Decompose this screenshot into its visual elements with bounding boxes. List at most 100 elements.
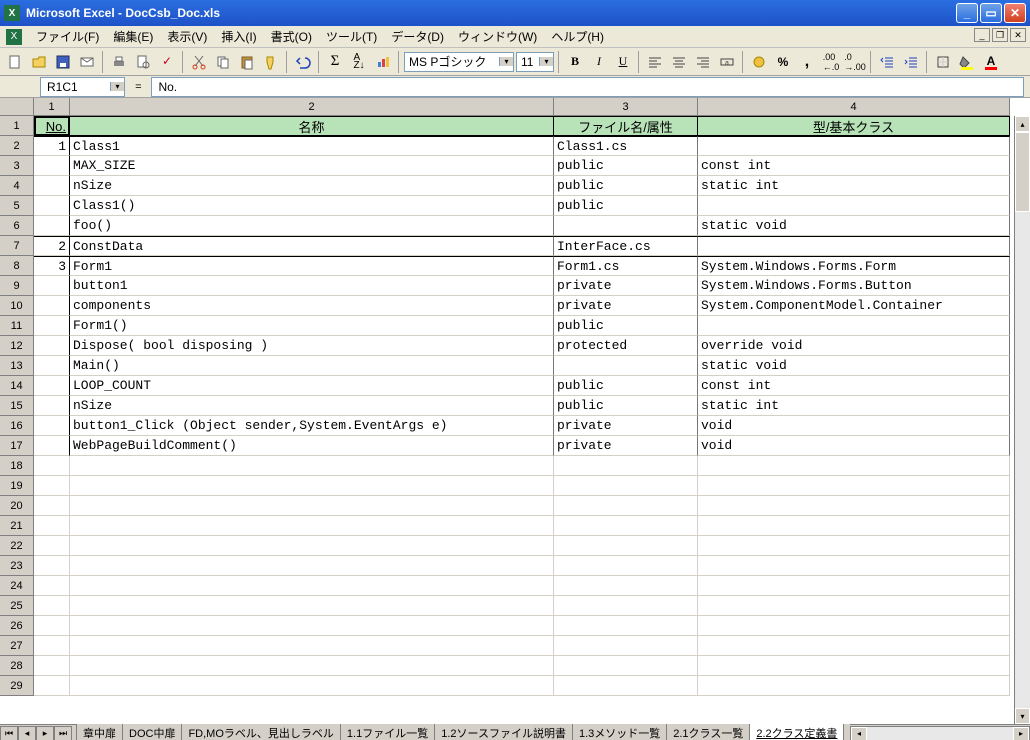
cell[interactable]	[70, 676, 554, 696]
menu-item[interactable]: ファイル(F)	[30, 26, 105, 47]
cell[interactable]	[698, 636, 1010, 656]
row-header[interactable]: 16	[0, 416, 34, 436]
cell[interactable]: Form1()	[70, 316, 554, 336]
cell[interactable]: private	[554, 416, 698, 436]
cell[interactable]	[34, 296, 70, 316]
cell[interactable]	[34, 656, 70, 676]
row-header[interactable]: 29	[0, 676, 34, 696]
borders-icon[interactable]	[932, 51, 954, 73]
sheet-tab[interactable]: 1.2ソースファイル説明書	[434, 724, 573, 740]
cell[interactable]: static int	[698, 396, 1010, 416]
cell[interactable]: const int	[698, 376, 1010, 396]
row-header[interactable]: 8	[0, 256, 34, 276]
cell[interactable]: InterFace.cs	[554, 236, 698, 256]
cell[interactable]	[554, 556, 698, 576]
cell[interactable]: const int	[698, 156, 1010, 176]
underline-button[interactable]: U	[612, 51, 634, 73]
minimize-button[interactable]: _	[956, 3, 978, 23]
row-header[interactable]: 19	[0, 476, 34, 496]
cell[interactable]: System.Windows.Forms.Button	[698, 276, 1010, 296]
cell[interactable]	[554, 516, 698, 536]
sheet-tab[interactable]: 2.1クラス一覧	[666, 724, 750, 740]
print-icon[interactable]	[108, 51, 130, 73]
cell[interactable]	[698, 536, 1010, 556]
cell[interactable]: Dispose( bool disposing )	[70, 336, 554, 356]
maximize-button[interactable]: ▭	[980, 3, 1002, 23]
cell[interactable]	[34, 496, 70, 516]
row-header[interactable]: 18	[0, 456, 34, 476]
currency-icon[interactable]	[748, 51, 770, 73]
copy-icon[interactable]	[212, 51, 234, 73]
cell[interactable]: Class1()	[70, 196, 554, 216]
sheet-tab[interactable]: 1.1ファイル一覧	[340, 724, 435, 740]
cell[interactable]: public	[554, 196, 698, 216]
cell[interactable]	[554, 456, 698, 476]
cell[interactable]	[34, 476, 70, 496]
cell[interactable]: No.	[34, 116, 70, 136]
cell[interactable]	[34, 636, 70, 656]
cell[interactable]	[554, 536, 698, 556]
align-right-icon[interactable]	[692, 51, 714, 73]
sheet-tab[interactable]: 1.3メソッド一覧	[572, 724, 667, 740]
scroll-up-button[interactable]: ▴	[1015, 116, 1030, 132]
cell[interactable]	[698, 596, 1010, 616]
sort-asc-icon[interactable]: AZ↓	[348, 51, 370, 73]
increase-decimal-icon[interactable]: .00←.0	[820, 51, 842, 73]
menu-item[interactable]: 編集(E)	[107, 26, 159, 47]
cell[interactable]: void	[698, 416, 1010, 436]
cell[interactable]	[34, 376, 70, 396]
cell[interactable]	[70, 476, 554, 496]
cell[interactable]: Main()	[70, 356, 554, 376]
cell[interactable]: 型/基本クラス	[698, 116, 1010, 136]
select-all-button[interactable]	[0, 98, 34, 116]
row-header[interactable]: 13	[0, 356, 34, 376]
row-header[interactable]: 27	[0, 636, 34, 656]
cell[interactable]	[34, 416, 70, 436]
vertical-scrollbar[interactable]: ▴ ▾	[1014, 116, 1030, 724]
tab-nav-prev[interactable]: ◂	[18, 726, 36, 740]
spellcheck-icon[interactable]: ✓	[156, 51, 178, 73]
row-header[interactable]: 5	[0, 196, 34, 216]
row-header[interactable]: 6	[0, 216, 34, 236]
increase-indent-icon[interactable]	[900, 51, 922, 73]
sheet-tab[interactable]: 2.2クラス定義書	[749, 724, 844, 740]
cell[interactable]	[34, 516, 70, 536]
cell[interactable]	[34, 556, 70, 576]
cell[interactable]: LOOP_COUNT	[70, 376, 554, 396]
cell[interactable]: public	[554, 156, 698, 176]
cell[interactable]	[34, 196, 70, 216]
cell[interactable]	[698, 196, 1010, 216]
cell[interactable]: private	[554, 276, 698, 296]
cell[interactable]: 3	[34, 256, 70, 276]
scroll-right-button[interactable]: ▸	[1013, 727, 1029, 740]
cell[interactable]	[554, 496, 698, 516]
cell[interactable]	[70, 656, 554, 676]
cell[interactable]	[698, 656, 1010, 676]
fx-label[interactable]: =	[135, 81, 141, 93]
cell[interactable]: public	[554, 396, 698, 416]
open-icon[interactable]	[28, 51, 50, 73]
menu-item[interactable]: データ(D)	[385, 26, 450, 47]
cut-icon[interactable]	[188, 51, 210, 73]
fill-color-icon[interactable]	[956, 51, 978, 73]
grid[interactable]: No.名称ファイル名/属性型/基本クラス1Class1Class1.csMAX_…	[34, 116, 1010, 696]
decrease-indent-icon[interactable]	[876, 51, 898, 73]
menu-item[interactable]: 挿入(I)	[215, 26, 262, 47]
chart-icon[interactable]	[372, 51, 394, 73]
cell[interactable]	[34, 276, 70, 296]
cell[interactable]: Class1	[70, 136, 554, 156]
cell[interactable]: ファイル名/属性	[554, 116, 698, 136]
row-header[interactable]: 20	[0, 496, 34, 516]
cell[interactable]: button1_Click (Object sender,System.Even…	[70, 416, 554, 436]
font-size-select[interactable]: 11▾	[516, 52, 554, 72]
cell[interactable]	[34, 216, 70, 236]
cell[interactable]	[70, 536, 554, 556]
row-header[interactable]: 23	[0, 556, 34, 576]
child-restore-button[interactable]: ❐	[992, 28, 1008, 42]
column-header[interactable]: 1	[34, 98, 70, 116]
cell[interactable]	[70, 556, 554, 576]
cell[interactable]: components	[70, 296, 554, 316]
cell[interactable]: void	[698, 436, 1010, 456]
cell[interactable]: override void	[698, 336, 1010, 356]
merge-center-icon[interactable]: a	[716, 51, 738, 73]
